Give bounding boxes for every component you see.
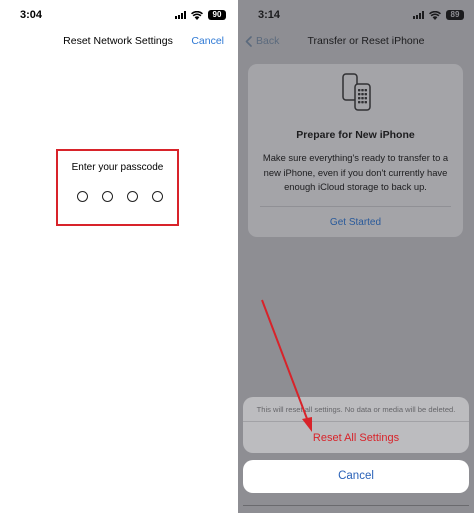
passcode-dots[interactable] [77, 191, 163, 202]
divider [243, 505, 469, 506]
status-time: 3:14 [258, 9, 281, 21]
reset-all-settings-button[interactable]: Reset All Settings [243, 432, 469, 444]
cancel-button[interactable]: Cancel [243, 460, 469, 493]
status-icons: 90 [175, 10, 226, 20]
status-time: 3:04 [20, 9, 43, 21]
passcode-prompt: Enter your passcode [71, 162, 164, 173]
card-description: Make sure everything's ready to transfer… [262, 152, 449, 192]
left-screen: 3:04 90 Reset Network Settings Cancel En… [0, 0, 236, 513]
card-title: Prepare for New iPhone [296, 129, 415, 141]
divider [260, 206, 451, 207]
cellular-signal-icon [413, 11, 424, 19]
cellular-signal-icon [175, 11, 186, 19]
cancel-button[interactable]: Cancel [191, 35, 224, 47]
passcode-dot [127, 191, 138, 202]
passcode-dot [152, 191, 163, 202]
passcode-highlight-box: Enter your passcode [56, 149, 179, 226]
chevron-left-icon [245, 35, 252, 47]
page-title: Transfer or Reset iPhone [307, 35, 425, 47]
battery-icon: 90 [208, 10, 226, 20]
right-screen: 3:14 89 Back Transfer or Reset iPhone Pr… [238, 0, 474, 513]
passcode-dot [77, 191, 88, 202]
wifi-icon [429, 10, 441, 20]
action-sheet-message: This will reset all settings. No data or… [256, 405, 456, 414]
battery-icon: 89 [446, 10, 464, 20]
status-bar: 3:14 89 [238, 0, 474, 26]
action-sheet: This will reset all settings. No data or… [243, 397, 469, 453]
iphone-transfer-icon [342, 73, 371, 111]
wifi-icon [191, 10, 203, 20]
status-bar: 3:04 90 [0, 0, 236, 26]
get-started-link[interactable]: Get Started [248, 217, 463, 228]
passcode-dot [102, 191, 113, 202]
status-icons: 89 [413, 10, 464, 20]
divider [243, 421, 469, 422]
prepare-card: Prepare for New iPhone Make sure everyth… [248, 64, 463, 237]
